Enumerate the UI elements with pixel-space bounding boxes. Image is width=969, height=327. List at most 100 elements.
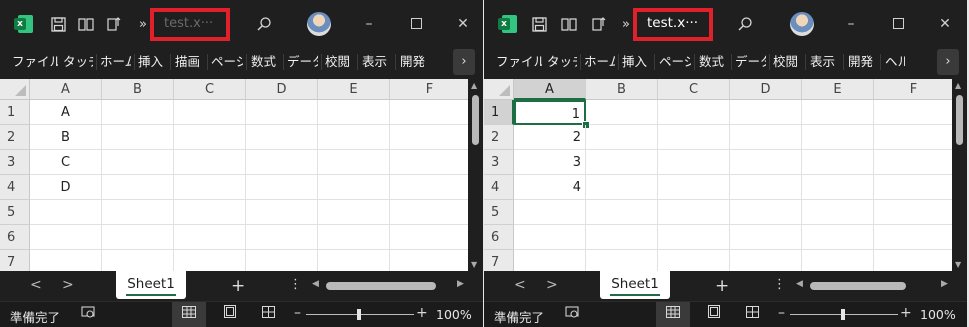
scroll-up-icon[interactable]: ▲: [471, 81, 477, 90]
cell-a6[interactable]: [30, 225, 102, 250]
cell-d4[interactable]: [730, 175, 802, 200]
book-icon[interactable]: [560, 14, 578, 34]
cell-c1[interactable]: [174, 100, 246, 125]
avatar[interactable]: [790, 12, 814, 36]
touch-mode-icon[interactable]: [105, 14, 123, 34]
cell-f2[interactable]: [874, 125, 952, 150]
cell-c1[interactable]: [658, 100, 730, 125]
cell-d3[interactable]: [730, 150, 802, 175]
row-header-7[interactable]: 7: [0, 250, 30, 271]
zoom-level[interactable]: 100%: [920, 307, 956, 322]
cell-b4[interactable]: [586, 175, 658, 200]
cell-a5[interactable]: [30, 200, 102, 225]
cell-c5[interactable]: [658, 200, 730, 225]
tab-review[interactable]: 校閲: [773, 53, 801, 71]
cell-f1[interactable]: [390, 100, 468, 125]
spreadsheet-grid[interactable]: A B C D E F 1 2 3 4 5 6 7 1 2 3 4: [484, 79, 952, 271]
row-header-7[interactable]: 7: [484, 250, 514, 271]
cell-b7[interactable]: [586, 250, 658, 271]
scroll-up-icon[interactable]: ▲: [955, 81, 961, 90]
save-icon[interactable]: [530, 14, 548, 34]
minimize-button[interactable]: –: [357, 12, 381, 36]
cell-d2[interactable]: [730, 125, 802, 150]
cell-e3[interactable]: [318, 150, 390, 175]
zoom-in-button[interactable]: +: [416, 305, 428, 321]
cell-a1-selected[interactable]: 1: [514, 100, 586, 125]
sheet-prev-icon[interactable]: <: [30, 277, 42, 293]
zoom-slider-knob[interactable]: [841, 309, 845, 320]
zoom-out-button[interactable]: –: [778, 305, 785, 321]
scroll-down-icon[interactable]: ▼: [471, 260, 477, 269]
cell-c4[interactable]: [658, 175, 730, 200]
cell-b2[interactable]: [586, 125, 658, 150]
ribbon-scroll-right-button[interactable]: ›: [937, 49, 959, 75]
sheet-prev-icon[interactable]: <: [514, 277, 526, 293]
cell-e6[interactable]: [318, 225, 390, 250]
tab-developer[interactable]: 開発: [848, 53, 876, 71]
cell-f6[interactable]: [390, 225, 468, 250]
cell-c2[interactable]: [174, 125, 246, 150]
cell-d3[interactable]: [246, 150, 318, 175]
cell-e1[interactable]: [318, 100, 390, 125]
row-header-1[interactable]: 1: [484, 100, 514, 125]
cell-b4[interactable]: [102, 175, 174, 200]
row-header-6[interactable]: 6: [0, 225, 30, 250]
column-header-d[interactable]: D: [730, 79, 802, 100]
cell-f7[interactable]: [874, 250, 952, 271]
cell-a1[interactable]: A: [30, 100, 102, 125]
column-header-b[interactable]: B: [102, 79, 174, 100]
tab-insert[interactable]: 挿入: [622, 53, 650, 71]
cell-b1[interactable]: [586, 100, 658, 125]
cell-d7[interactable]: [246, 250, 318, 271]
page-layout-view-button[interactable]: [697, 302, 731, 327]
close-button[interactable]: ✕: [451, 12, 475, 36]
cell-c6[interactable]: [658, 225, 730, 250]
column-header-a[interactable]: A: [30, 79, 102, 100]
scroll-right-icon[interactable]: ▶: [941, 279, 948, 289]
cell-d2[interactable]: [246, 125, 318, 150]
cell-e7[interactable]: [318, 250, 390, 271]
cell-c3[interactable]: [174, 150, 246, 175]
cell-a3[interactable]: C: [30, 150, 102, 175]
tab-page-layout[interactable]: ページ: [211, 53, 243, 71]
normal-view-button[interactable]: [656, 302, 690, 327]
row-header-3[interactable]: 3: [0, 150, 30, 175]
sheet-tab-sheet1[interactable]: Sheet1: [600, 271, 670, 299]
sheet-next-icon[interactable]: >: [546, 277, 558, 293]
scroll-down-icon[interactable]: ▼: [955, 260, 961, 269]
tab-touch[interactable]: タッチ: [63, 53, 93, 71]
cell-f4[interactable]: [390, 175, 468, 200]
cell-d5[interactable]: [246, 200, 318, 225]
cell-b6[interactable]: [102, 225, 174, 250]
cell-b1[interactable]: [102, 100, 174, 125]
cell-b3[interactable]: [102, 150, 174, 175]
row-header-2[interactable]: 2: [484, 125, 514, 150]
column-header-b[interactable]: B: [586, 79, 658, 100]
add-sheet-button[interactable]: +: [231, 276, 245, 296]
cell-f3[interactable]: [390, 150, 468, 175]
tab-insert[interactable]: 挿入: [138, 53, 166, 71]
tab-home[interactable]: ホーム: [100, 53, 131, 71]
cell-c4[interactable]: [174, 175, 246, 200]
column-header-a[interactable]: A: [514, 79, 586, 100]
accessibility-icon[interactable]: [79, 305, 97, 323]
tab-developer[interactable]: 開発: [400, 53, 428, 71]
close-button[interactable]: ✕: [933, 12, 957, 36]
overflow-chevron-icon[interactable]: »: [137, 14, 149, 34]
cell-d6[interactable]: [730, 225, 802, 250]
cell-e5[interactable]: [318, 200, 390, 225]
maximize-button[interactable]: [404, 12, 428, 36]
search-icon[interactable]: [736, 14, 754, 34]
tab-home[interactable]: ホーム: [584, 53, 615, 71]
minimize-button[interactable]: –: [839, 12, 863, 36]
cell-f2[interactable]: [390, 125, 468, 150]
document-title[interactable]: test.x···: [164, 16, 213, 31]
tab-help[interactable]: ヘルプ: [885, 53, 905, 71]
sheet-tab-sheet1[interactable]: Sheet1: [116, 271, 186, 299]
book-icon[interactable]: [77, 14, 95, 34]
cell-a3[interactable]: 3: [514, 150, 586, 175]
cell-a4[interactable]: 4: [514, 175, 586, 200]
cell-a7[interactable]: [30, 250, 102, 271]
cell-e6[interactable]: [802, 225, 874, 250]
cell-d5[interactable]: [730, 200, 802, 225]
